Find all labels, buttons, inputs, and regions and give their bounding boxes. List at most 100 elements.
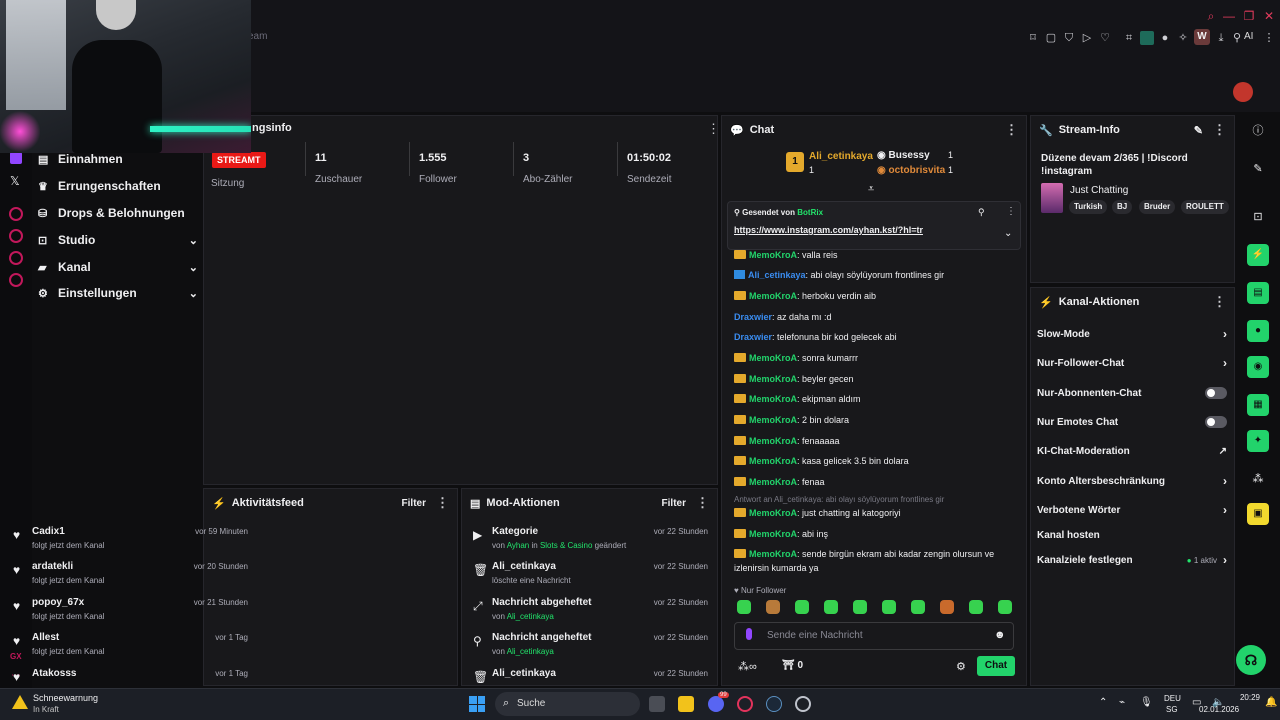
chat-username[interactable]: MemoKroA [749,374,797,384]
chevron-down-icon[interactable]: ⩡ [868,183,874,196]
emote[interactable] [766,600,780,614]
puzzle-icon[interactable]: ✧ [1176,31,1190,45]
shield-icon[interactable]: ⛉ [1062,31,1076,45]
chat-message[interactable]: MemoKroA: abi inş [734,529,828,543]
list-item[interactable]: ⚲ Nachricht angeheftet von Ali_cetinkaya vo… [468,630,710,662]
edit-icon[interactable]: ✎ [1194,124,1203,137]
mod-menu-icon[interactable]: ⋮ [696,495,709,511]
download-icon[interactable]: ⤓ [1214,31,1228,45]
category-name[interactable]: Just Chatting [1070,185,1128,196]
chat-settings-icon[interactable]: ⚙ [956,660,966,673]
emote[interactable] [940,600,954,614]
chat-username[interactable]: Ali_cetinkaya [748,270,806,280]
help-icon[interactable]: ☊ [1236,645,1266,675]
x-icon[interactable]: 𝕏 [10,174,20,188]
emote[interactable] [853,600,867,614]
list-item[interactable]: ♥ Atakosss vor 1 Tag [8,666,250,684]
chat-menu-icon[interactable]: ⋮ [1005,122,1018,138]
chat-username[interactable]: MemoKroA [749,436,797,446]
close-icon[interactable]: ✕ [1262,9,1276,23]
chat-message[interactable]: MemoKroA: sende birgün ekram abi kadar z… [734,549,994,563]
chat-icon[interactable]: ● [1247,320,1269,342]
heart-icon[interactable]: ♡ [1098,31,1112,45]
clapper-icon[interactable]: ▣ [1247,503,1269,525]
layout-icon[interactable]: ▦ [1247,394,1269,416]
chat-message[interactable]: Ali_cetinkaya: abi olayı söylüyorum fron… [734,270,944,284]
discord-app-icon[interactable] [708,696,724,712]
chat-message[interactable]: MemoKroA: beyler gecen [734,374,854,388]
list-item[interactable]: ♥ popoy_67x folgt jetzt dem Kanal vor 21 St… [8,595,250,627]
tag[interactable]: ROULETT [1181,200,1229,214]
bolt-icon[interactable]: ⚡ [1247,244,1269,266]
play-icon[interactable]: ▷ [1080,31,1094,45]
maximize-icon[interactable]: ❐ [1242,9,1256,23]
pin-icon[interactable]: ⚲ [978,207,985,218]
nav-item-kanal[interactable]: ▰ Kanal ⌄ [38,257,198,277]
list-item[interactable]: ♥ Allest folgt jetzt dem Kanal vor 1 Tag [8,630,250,662]
nav-item-drops[interactable]: ⛁ Drops & Belohnungen [38,203,198,223]
chat-username[interactable]: MemoKroA [749,394,797,404]
menu-icon[interactable]: ⋮ [1262,31,1276,45]
network-icon[interactable]: ⌁ [1119,697,1125,708]
chevron-down-icon[interactable]: ⌄ [189,261,198,274]
chat-username[interactable]: MemoKroA [749,508,797,518]
ext-green-icon[interactable] [1140,31,1154,45]
settings-rail-icon[interactable] [9,273,23,287]
action-emote-chat[interactable]: Nur Emotes Chat [1037,414,1227,430]
profile-w-badge[interactable]: W [1194,29,1210,45]
chevron-down-icon[interactable]: ⌄ [189,234,198,247]
chat-username[interactable]: MemoKroA [749,415,797,425]
clock-icon[interactable] [9,229,23,243]
chat-username[interactable]: MemoKroA [749,529,797,539]
lang-1[interactable]: DEU [1164,694,1181,703]
tag[interactable]: Turkish [1069,200,1108,214]
chevron-down-icon[interactable]: ⌄ [189,287,198,300]
windows-start-icon[interactable] [469,696,485,712]
chat-username[interactable]: Draxwier [734,332,772,342]
action-slow-mode[interactable]: Slow-Mode › [1037,326,1227,342]
ai-tool-icon[interactable]: ⚲ [1230,31,1244,45]
chat-message[interactable]: MemoKroA: sonra kumarrr [734,353,858,367]
chat-username[interactable]: MemoKroA [749,353,797,363]
broadcast-icon[interactable]: ◉ [1247,356,1269,378]
leader-2-name[interactable]: ◉ Busessy [877,150,930,161]
chat-message[interactable]: MemoKroA: 2 bin dolara [734,415,849,429]
emoji-icon[interactable]: ☻ [994,629,1006,641]
sub-chat-toggle[interactable] [1205,387,1227,399]
mic-icon[interactable] [746,628,752,640]
chat-message[interactable]: MemoKroA: just chatting al katogoriyi [734,508,901,522]
category-thumbnail[interactable] [1041,183,1063,213]
list-item[interactable]: 🗑 Ali_cetinkaya löschte eine Nachricht vor … [468,559,710,591]
chat-message[interactable]: MemoKroA: kasa gelicek 3.5 bin dolara [734,456,909,470]
chat-username[interactable]: MemoKroA [749,456,797,466]
list-item[interactable]: ▶ Kategorie von Ayhan in Slots & Casino ge… [468,524,710,556]
ai-label[interactable]: AI [1244,31,1253,42]
tray-up-icon[interactable]: ⌃ [1099,697,1107,708]
chat-send-button[interactable]: Chat [977,656,1015,676]
lang-2[interactable]: SG [1166,705,1178,714]
points-display[interactable]: ⛩ 0 [782,660,803,671]
wrench-icon[interactable]: ✦ [1247,430,1269,452]
bookmark-icon[interactable]: ⌑ [1026,31,1040,45]
chevron-down-icon[interactable]: ⌄ [1004,228,1012,239]
activity-filter-button[interactable]: Filter [402,498,426,509]
focus-icon[interactable]: ⊡ [1247,206,1269,228]
weather-title[interactable]: Schneewarnung [33,693,98,703]
steam-icon[interactable] [766,696,782,712]
emote[interactable] [824,600,838,614]
record-icon[interactable] [9,207,23,221]
clock-date[interactable]: 02.01.2026 [1199,705,1239,714]
stats-menu-icon[interactable]: ⋮ [707,121,720,137]
app-icon[interactable] [795,696,811,712]
chat-message[interactable]: MemoKroA: fenaa [734,477,825,491]
chat-message[interactable]: Draxwier: az daha mı :d [734,312,832,326]
emote[interactable] [911,600,925,614]
leader-3-name[interactable]: ◉ octobrisvita [877,165,945,176]
chat-message[interactable]: MemoKroA: herboku verdin aib [734,291,876,305]
task-view-icon[interactable] [649,696,665,712]
activity-menu-icon[interactable]: ⋮ [436,495,449,511]
notes-icon[interactable]: ▤ [1247,282,1269,304]
action-banned-words[interactable]: Verbotene Wörter › [1037,502,1227,518]
action-host-channel[interactable]: Kanal hosten [1037,527,1227,543]
list-item[interactable]: ♥ Cadix1 folgt jetzt dem Kanal vor 59 Minut… [8,524,250,556]
